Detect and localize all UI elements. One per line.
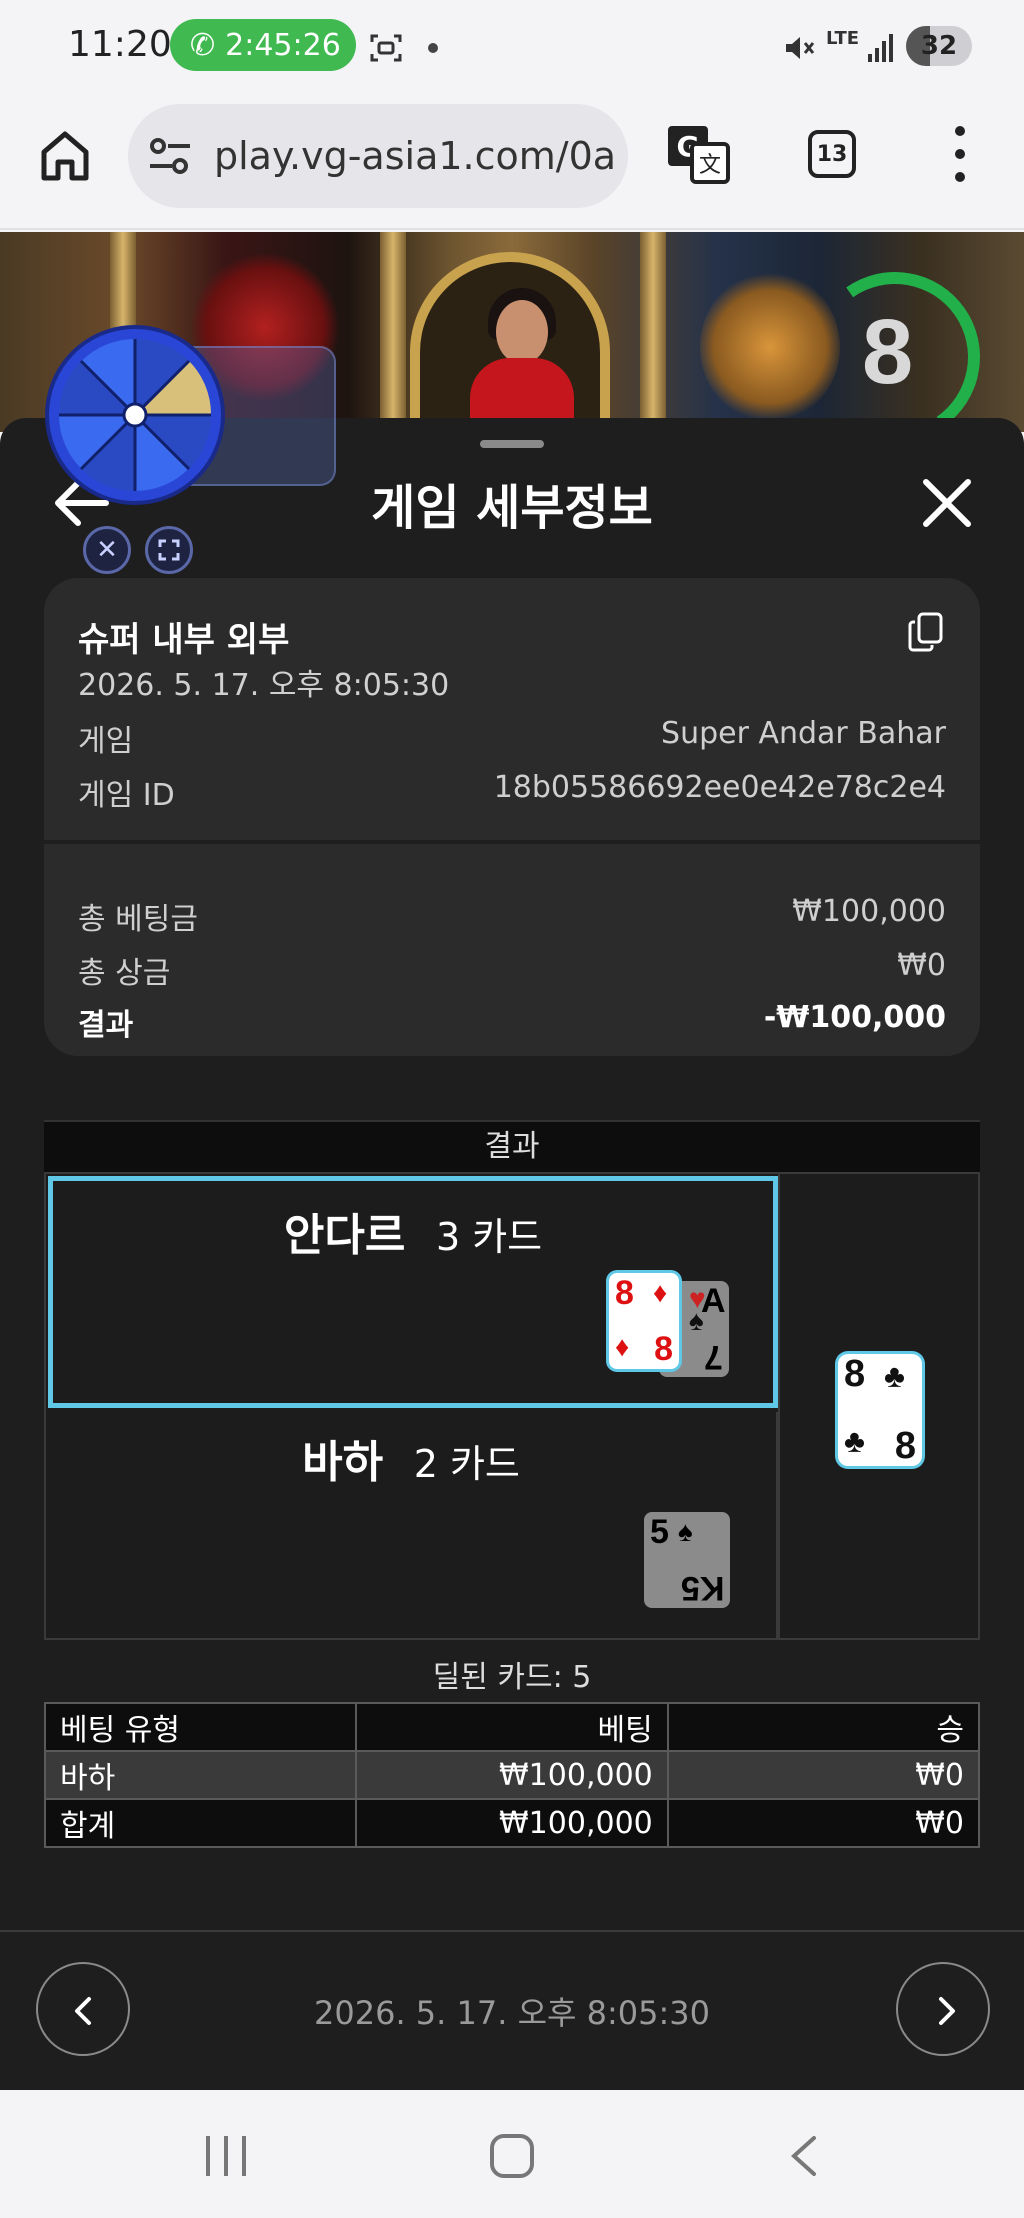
divider [0,1930,1024,1932]
bahar-card-count: 2 카드 [413,1442,520,1486]
decor-pillar [640,232,666,432]
bahar-panel: 바하 2 카드 5 ♠ K5 [46,1412,778,1640]
total-payout-row: 총 상금 ₩0 [78,948,946,992]
column-header: 승 [666,1702,981,1752]
column-header: 베팅 유형 [43,1702,358,1752]
info-value: ₩100,000 [792,894,946,929]
screenshot-icon [368,30,404,74]
game-name: 슈퍼 내부 외부 [78,620,290,660]
bet-type-cell: 바하 [43,1750,358,1800]
bahar-label: 바하 2 카드 [46,1426,776,1490]
joker-panel: 8 ♣ ♣ 8 [778,1174,980,1640]
browser-toolbar: play.vg-asia1.com/0a G文 13 [0,96,1024,230]
url-text: play.vg-asia1.com/0a [214,134,617,178]
notification-dot [428,43,438,53]
total-bet-row: 총 베팅금 ₩100,000 [78,894,946,938]
bet-table: 베팅 유형 베팅 승 바하 ₩100,000 ₩0 합계 ₩100,000 ₩0 [43,1702,981,1848]
translate-icon[interactable]: G文 [666,124,730,186]
game-details-modal: 게임 세부정보 슈퍼 내부 외부 2026. 5. 17. 오후 8:05:30… [0,418,1024,2090]
win-amount-cell: ₩0 [666,1750,981,1800]
bet-table-header: 베팅 유형 베팅 승 [43,1702,981,1752]
bet-type-cell: 합계 [43,1798,358,1848]
andar-panel: 안다르 3 카드 A ♥ 7 ♠ 8 ♦ ♦ 8 [48,1176,778,1408]
signal-icon [866,30,896,72]
recent-apps-button[interactable] [206,2136,246,2176]
battery-indicator: 32 [906,26,972,66]
playing-card: 5 ♠ K5 [644,1512,730,1608]
next-round-button[interactable] [896,1962,990,2056]
table-total-row: 합계 ₩100,000 ₩0 [43,1798,981,1848]
dealt-cards-count: 딜된 카드: 5 [432,1660,592,1695]
countdown-number: 8 [862,301,914,403]
lte-indicator: LTE [826,28,860,49]
result-value: -₩100,000 [763,1000,946,1035]
widget-expand-icon[interactable] [145,526,193,574]
column-header: 베팅 [355,1702,669,1752]
results-board: 안다르 3 카드 A ♥ 7 ♠ 8 ♦ ♦ 8 바하 2 카드 5 ♠ K5 … [44,1172,980,1640]
mute-icon [780,30,816,74]
widget-close-icon[interactable]: ✕ [83,526,131,574]
home-icon[interactable] [36,126,94,184]
chevron-right-icon [939,1997,955,2025]
info-value: ₩0 [897,948,946,983]
decor-pillar [380,232,406,432]
game-datetime: 2026. 5. 17. 오후 8:05:30 [78,668,450,703]
andar-card-count: 3 카드 [435,1215,543,1259]
phone-icon: ✆ [190,27,216,63]
site-settings-icon[interactable] [148,136,192,176]
info-value: Super Andar Bahar [661,716,946,751]
info-label: 게임 ID [78,778,175,813]
dealer-face [496,300,548,364]
round-datetime: 2026. 5. 17. 오후 8:05:30 [314,1994,710,2032]
bet-amount-cell: ₩100,000 [355,1750,669,1800]
info-label: 총 베팅금 [78,902,198,937]
more-menu-icon[interactable] [946,126,974,182]
call-timer: 2:45:26 [225,27,341,63]
win-amount-cell: ₩0 [666,1798,981,1848]
results-header: 결과 [44,1120,980,1172]
system-home-button[interactable] [490,2134,534,2178]
result-row: 결과 -₩100,000 [78,1000,946,1044]
status-bar: 11:20 ✆ 2:45:26 LTE 32 [0,0,1024,96]
svg-text:文: 文 [699,153,721,178]
call-indicator[interactable]: ✆ 2:45:26 [170,19,356,71]
summary-card: 슈퍼 내부 외부 2026. 5. 17. 오후 8:05:30 게임 Supe… [44,578,980,1056]
result-label: 결과 [78,1008,134,1043]
bet-amount-cell: ₩100,000 [355,1798,669,1848]
joker-card: 8 ♣ ♣ 8 [838,1354,922,1466]
close-icon[interactable] [920,476,974,530]
info-value: 18b05586692ee0e42e78c2e4 [493,770,946,805]
playing-card: 8 ♦ ♦ 8 [609,1273,679,1369]
andar-label: 안다르 3 카드 [53,1199,773,1263]
status-time: 11:20 [68,24,172,65]
info-label: 게임 [78,724,134,759]
system-back-button[interactable] [784,2134,824,2178]
bahar-name: 바하 [302,1437,384,1488]
info-row-game: 게임 Super Andar Bahar [78,716,946,760]
info-row-game-id: 게임 ID 18b05586692ee0e42e78c2e4 [78,770,946,814]
info-label: 총 상금 [78,956,171,991]
system-navigation-bar [0,2090,1024,2218]
address-bar[interactable]: play.vg-asia1.com/0a [128,104,628,208]
copy-icon[interactable] [908,612,944,652]
bonus-wheel-icon[interactable] [44,324,226,506]
table-row: 바하 ₩100,000 ₩0 [43,1750,981,1800]
tab-switcher-button[interactable]: 13 [808,130,856,178]
drag-handle[interactable] [480,440,544,448]
andar-name: 안다르 [283,1210,406,1261]
divider [44,840,980,844]
